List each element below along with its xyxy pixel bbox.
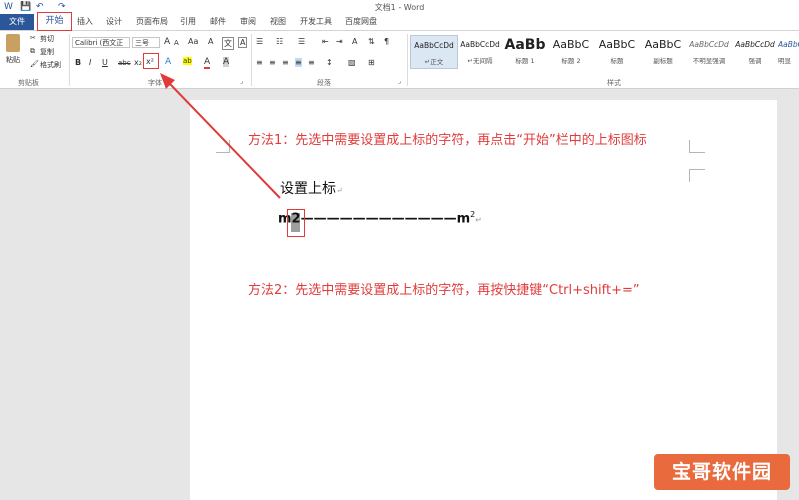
arrow-shaft — [169, 83, 281, 199]
watermark-logo: 宝哥软件园 — [654, 454, 790, 490]
annotation-arrow — [160, 73, 281, 199]
